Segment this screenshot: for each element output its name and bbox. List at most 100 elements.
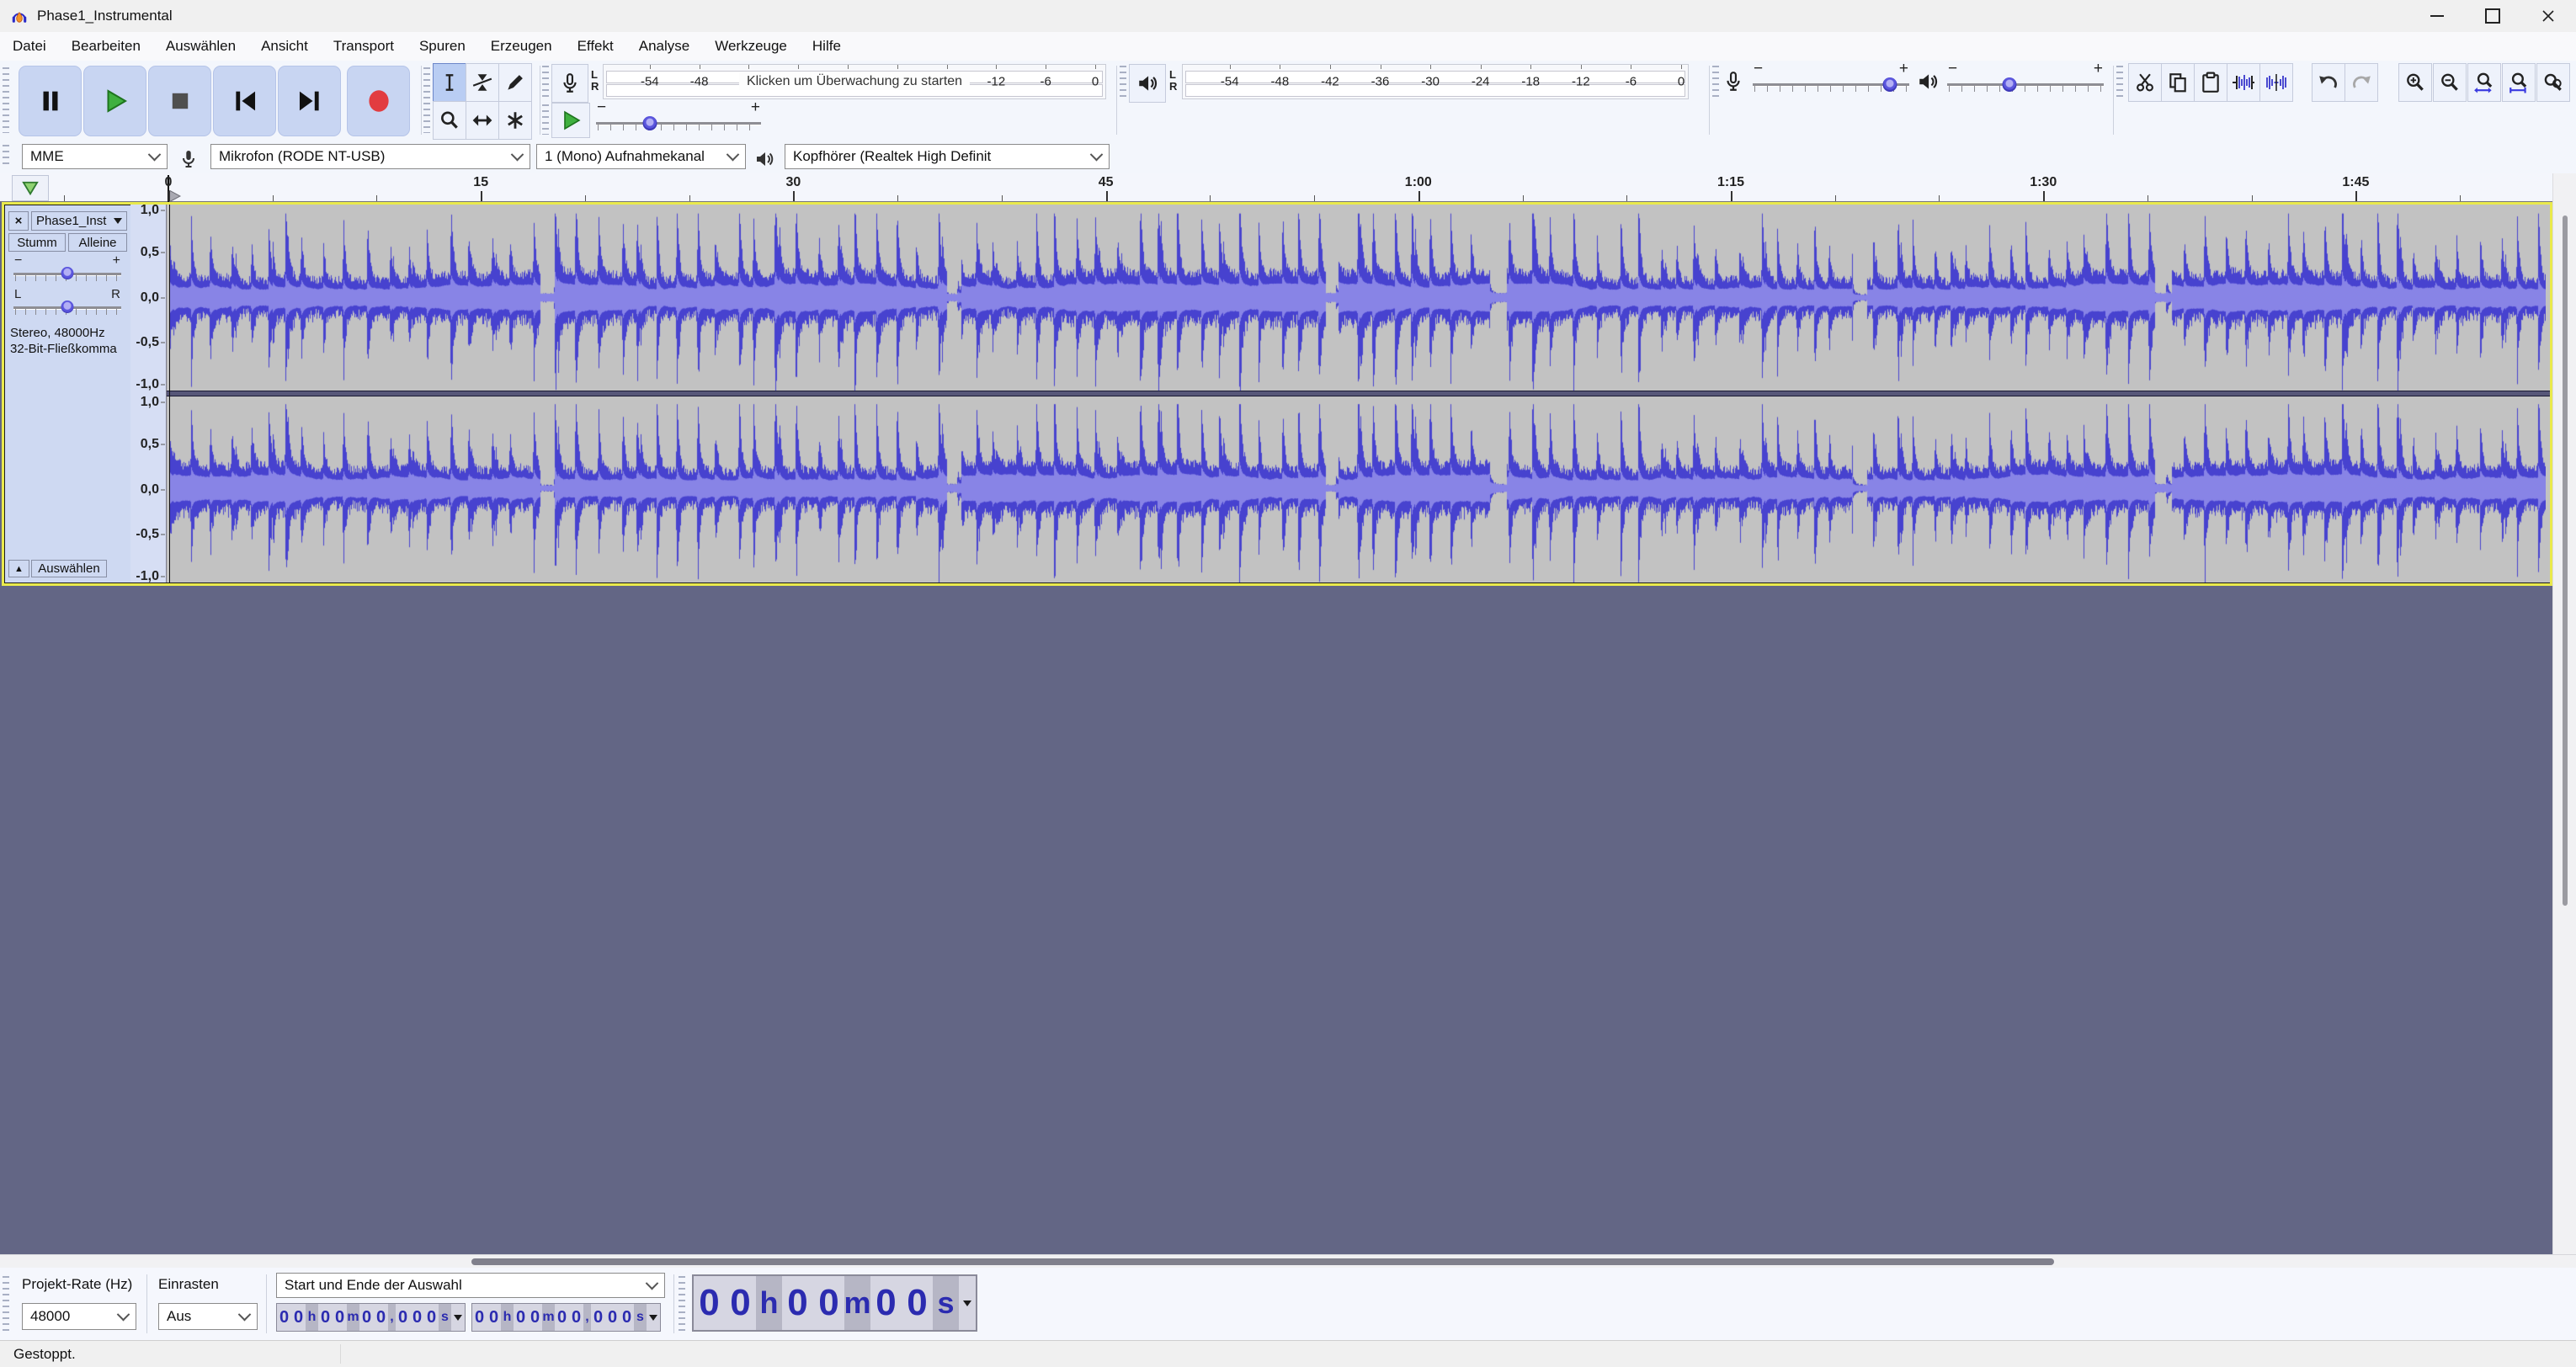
- menu-spuren[interactable]: Spuren: [407, 32, 478, 61]
- zoom-in-button[interactable]: [2398, 63, 2432, 102]
- menu-effekt[interactable]: Effekt: [565, 32, 626, 61]
- time-format-dropdown[interactable]: [451, 1304, 465, 1331]
- time-digit[interactable]: 0: [555, 1304, 569, 1331]
- play-at-speed-grip[interactable]: [542, 104, 549, 135]
- track-title-menu[interactable]: Phase1_Inst: [31, 211, 127, 231]
- record-meter-overlay-text[interactable]: Klicken um Überwachung zu starten: [739, 73, 970, 90]
- fit-selection-button[interactable]: [2467, 63, 2501, 102]
- time-separator[interactable]: ,: [388, 1304, 396, 1331]
- mute-button[interactable]: Stumm: [8, 233, 66, 252]
- time-toolbar-grip[interactable]: [679, 1276, 685, 1332]
- play-at-speed-button[interactable]: [551, 103, 590, 138]
- horizontal-scrollbar[interactable]: [0, 1254, 2576, 1268]
- recording-device-select[interactable]: Mikrofon (RODE NT-USB): [210, 144, 530, 169]
- stop-button[interactable]: [148, 66, 211, 136]
- draw-tool-button[interactable]: [498, 63, 532, 102]
- time-separator[interactable]: s: [634, 1304, 647, 1331]
- timeline-pinned-head-button[interactable]: [12, 175, 49, 201]
- play-speed-slider[interactable]: − +: [594, 101, 763, 138]
- menu-werkzeuge[interactable]: Werkzeuge: [702, 32, 800, 61]
- skip-to-start-button[interactable]: [213, 66, 276, 136]
- selection-start-field[interactable]: 00h00m00,000s: [276, 1303, 466, 1332]
- time-digit[interactable]: 0: [569, 1304, 583, 1331]
- time-separator[interactable]: s: [933, 1276, 959, 1330]
- minimize-button[interactable]: [2409, 0, 2465, 32]
- timeline-ruler[interactable]: 01530451:001:151:301:45: [0, 173, 2576, 202]
- time-separator[interactable]: s: [439, 1304, 451, 1331]
- edit-toolbar-grip[interactable]: [2116, 66, 2123, 99]
- audio-position-field[interactable]: 00h00m00s: [692, 1274, 977, 1332]
- time-digit[interactable]: 0: [813, 1276, 844, 1330]
- play-volume-slider-thumb[interactable]: [2003, 77, 2017, 92]
- time-digit[interactable]: 0: [870, 1276, 902, 1330]
- zoom-out-button[interactable]: [2433, 63, 2467, 102]
- maximize-button[interactable]: [2465, 0, 2520, 32]
- time-digit[interactable]: 0: [410, 1304, 424, 1331]
- time-digit[interactable]: 0: [333, 1304, 347, 1331]
- silence-audio-button[interactable]: [2259, 63, 2293, 102]
- copy-button[interactable]: [2161, 63, 2195, 102]
- time-separator[interactable]: ,: [583, 1304, 591, 1331]
- play-speed-slider-thumb[interactable]: [643, 116, 657, 130]
- play-meter-speaker-icon[interactable]: [1129, 64, 1166, 103]
- record-volume-slider[interactable]: − +: [1751, 62, 1911, 99]
- track-select-button[interactable]: Auswählen: [31, 560, 107, 577]
- track-pan-slider-thumb[interactable]: [61, 301, 74, 313]
- close-button[interactable]: [2520, 0, 2576, 32]
- envelope-tool-button[interactable]: [466, 63, 499, 102]
- vertical-scale-ruler[interactable]: 1,00,50,0-0,5-1,01,00,50,0-0,5-1,0: [130, 205, 167, 582]
- time-digit[interactable]: 0: [318, 1304, 333, 1331]
- solo-button[interactable]: Alleine: [68, 233, 127, 252]
- time-separator[interactable]: m: [347, 1304, 359, 1331]
- time-separator[interactable]: m: [844, 1276, 870, 1330]
- time-digit[interactable]: 0: [472, 1304, 487, 1331]
- pause-button[interactable]: [19, 66, 82, 136]
- track-pan-slider[interactable]: L R: [12, 288, 123, 322]
- menu-bearbeiten[interactable]: Bearbeiten: [59, 32, 153, 61]
- play-meter-grip[interactable]: [1120, 66, 1126, 99]
- track-gain-slider-thumb[interactable]: [61, 267, 74, 279]
- menu-ansicht[interactable]: Ansicht: [248, 32, 321, 61]
- mixer-toolbar-grip[interactable]: [1712, 66, 1719, 99]
- vertical-scrollbar-thumb[interactable]: [2563, 215, 2568, 906]
- time-digit[interactable]: 0: [528, 1304, 542, 1331]
- time-digit[interactable]: 0: [605, 1304, 620, 1331]
- time-digit[interactable]: 0: [487, 1304, 501, 1331]
- zoom-tool-button[interactable]: [433, 101, 466, 140]
- time-format-dropdown[interactable]: [959, 1276, 976, 1330]
- time-digit[interactable]: 0: [694, 1276, 725, 1330]
- trim-audio-button[interactable]: [2227, 63, 2260, 102]
- track-close-button[interactable]: ×: [8, 211, 29, 231]
- play-button[interactable]: [83, 66, 146, 136]
- time-digit[interactable]: 0: [514, 1304, 528, 1331]
- time-digit[interactable]: 0: [782, 1276, 813, 1330]
- snap-select[interactable]: Aus: [158, 1303, 258, 1330]
- time-separator[interactable]: h: [501, 1304, 514, 1331]
- menu-auswählen[interactable]: Auswählen: [153, 32, 248, 61]
- time-digit[interactable]: 0: [591, 1304, 605, 1331]
- time-digit[interactable]: 0: [424, 1304, 439, 1331]
- recording-channels-select[interactable]: 1 (Mono) Aufnahmekanal: [536, 144, 746, 169]
- record-meter-grip[interactable]: [542, 66, 549, 99]
- device-toolbar-grip[interactable]: [3, 145, 9, 168]
- menu-hilfe[interactable]: Hilfe: [800, 32, 854, 61]
- record-button[interactable]: [347, 66, 410, 136]
- time-digit[interactable]: 0: [620, 1304, 634, 1331]
- tools-toolbar-grip[interactable]: [423, 67, 430, 133]
- audio-host-select[interactable]: MME: [22, 144, 168, 169]
- project-rate-select[interactable]: 48000: [22, 1303, 136, 1330]
- undo-button[interactable]: [2312, 63, 2345, 102]
- time-separator[interactable]: m: [542, 1304, 555, 1331]
- waveform-area[interactable]: [167, 205, 2550, 582]
- zoom-toggle-button[interactable]: [2536, 63, 2570, 102]
- time-digit[interactable]: 0: [396, 1304, 410, 1331]
- selection-end-field[interactable]: 00h00m00,000s: [471, 1303, 661, 1332]
- selection-toolbar-grip[interactable]: [3, 1276, 9, 1332]
- fit-project-button[interactable]: [2502, 63, 2536, 102]
- track-gain-slider[interactable]: − +: [12, 254, 123, 288]
- record-meter-mic-icon[interactable]: [551, 64, 588, 103]
- menu-transport[interactable]: Transport: [321, 32, 407, 61]
- selection-mode-select[interactable]: Start und Ende der Auswahl: [276, 1273, 665, 1298]
- redo-button[interactable]: [2344, 63, 2378, 102]
- recording-meter[interactable]: Klicken um Überwachung zu starten -54-48…: [603, 64, 1106, 99]
